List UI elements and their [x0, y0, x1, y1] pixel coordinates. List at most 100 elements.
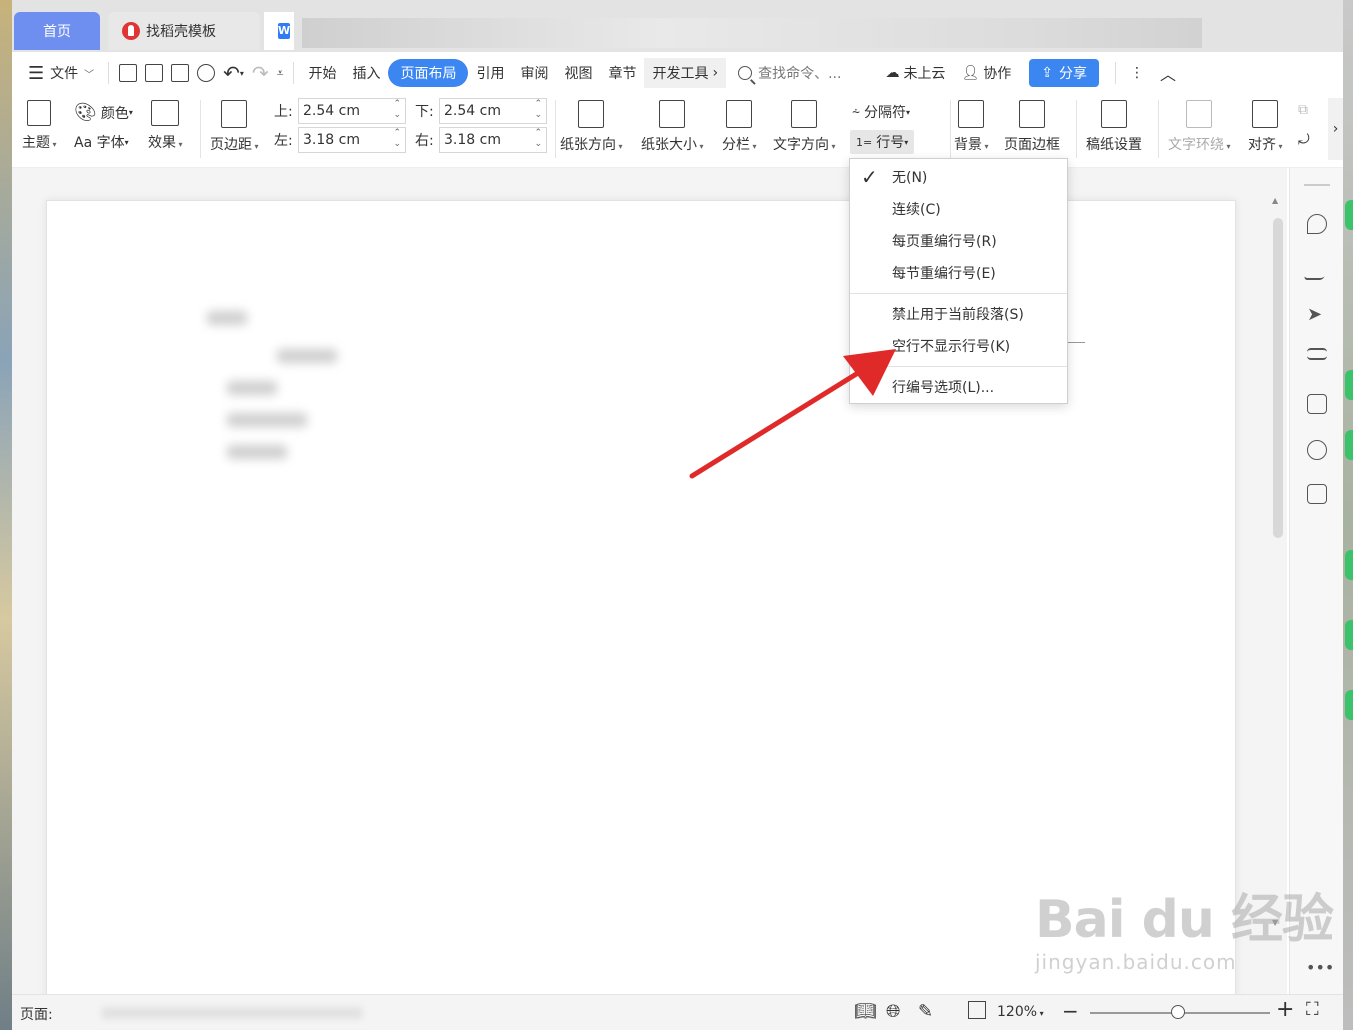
- margins-button[interactable]: 页边距: [210, 100, 259, 154]
- edit-mode-icon[interactable]: ✎: [918, 1001, 933, 1022]
- effect-button[interactable]: 效果: [148, 100, 183, 152]
- bottom-margin-field[interactable]: 2.54 cm: [439, 98, 547, 124]
- menu-item-continuous[interactable]: 连续(C): [850, 195, 1067, 223]
- menu-item-none[interactable]: ✓ 无(N): [850, 163, 1067, 191]
- settings-sliders-icon[interactable]: [1307, 348, 1327, 360]
- pen-icon[interactable]: [1303, 260, 1331, 280]
- chevron-right-icon: ›: [1332, 121, 1339, 137]
- cursor-icon[interactable]: ➤: [1307, 304, 1327, 325]
- tab-home[interactable]: 首页: [14, 12, 100, 50]
- tab-insert[interactable]: 插入: [344, 58, 388, 88]
- text-wrap-label: 文字环绕: [1168, 134, 1231, 154]
- tab-page-layout[interactable]: 页面布局: [388, 59, 469, 87]
- menu-item-hide-blank-lines[interactable]: 空行不显示行号(K): [850, 332, 1067, 360]
- print-preview-icon: [197, 64, 216, 82]
- menu-item-restart-each-section[interactable]: 每节重编行号(E): [850, 259, 1067, 287]
- blurred-title-area: [302, 18, 1202, 48]
- collaborate-button[interactable]: 👤︎ 协作: [953, 58, 1019, 88]
- breaks-button[interactable]: ⸞ 分隔符 ▾: [852, 102, 910, 122]
- image-search-icon[interactable]: [1307, 394, 1327, 414]
- document-canvas: ▲ ▼: [12, 168, 1287, 1010]
- file-menu[interactable]: ☰ 文件 ﹀: [20, 58, 102, 88]
- zoom-level[interactable]: 120% ▾: [997, 1004, 1044, 1020]
- line-numbers-button[interactable]: 1= 行号 ▾: [850, 130, 915, 154]
- fit-page-icon[interactable]: [968, 1001, 986, 1019]
- checkmark-icon: ✓: [861, 165, 878, 189]
- menu-item-suppress-paragraph[interactable]: 禁止用于当前段落(S): [850, 300, 1067, 328]
- zoom-out-icon[interactable]: −: [1062, 999, 1079, 1023]
- orientation-button[interactable]: 纸张方向: [560, 100, 623, 154]
- print-button[interactable]: [167, 58, 193, 88]
- more-options-button[interactable]: ⋮: [1122, 58, 1152, 88]
- margins-icon: [221, 100, 248, 128]
- top-margin-label: 上:: [274, 104, 293, 120]
- blurred-text: [227, 445, 287, 459]
- title-bar: 首页 找稻壳模板 W: [12, 0, 1343, 52]
- book-icon[interactable]: [1307, 484, 1327, 504]
- right-margin-spinner[interactable]: 右: 3.18 cm: [415, 127, 547, 153]
- page-border-icon: [1019, 100, 1045, 128]
- export-button[interactable]: [141, 58, 167, 88]
- top-margin-spinner[interactable]: 上: 2.54 cm: [274, 98, 406, 124]
- tab-references[interactable]: 引用: [468, 58, 512, 88]
- ribbon-page-layout: 主题 🎨︎颜色▾ Aa 字体▾ 效果 页边距 上: 2.54 cm 左:3.18 …: [12, 94, 1343, 168]
- text-wrap-button[interactable]: 文字环绕: [1168, 100, 1231, 154]
- chevron-down-icon: ﹀: [84, 69, 95, 81]
- lightning-icon[interactable]: [1307, 440, 1327, 460]
- collapse-ribbon-button[interactable]: ︿: [1152, 58, 1184, 88]
- group-button[interactable]: ⧉: [1298, 102, 1308, 118]
- page-indicator[interactable]: 页面:: [20, 1004, 53, 1024]
- quick-access-more-button[interactable]: ⩡: [273, 58, 288, 88]
- cloud-icon: ☁: [885, 65, 900, 81]
- command-search[interactable]: 查找命令、...: [738, 63, 841, 83]
- text-direction-button[interactable]: 文字方向: [773, 100, 836, 154]
- columns-button[interactable]: 分栏: [722, 100, 757, 154]
- share-button[interactable]: ⇪ 分享: [1029, 59, 1099, 87]
- text-direction-label: 文字方向: [773, 134, 836, 154]
- undo-button[interactable]: ↶ ▾: [219, 58, 248, 88]
- tab-review[interactable]: 审阅: [512, 58, 556, 88]
- redo-button[interactable]: ↷: [248, 58, 273, 88]
- vertical-scrollbar[interactable]: ▲ ▼: [1270, 180, 1284, 980]
- left-margin-field[interactable]: 3.18 cm: [298, 127, 406, 153]
- orientation-label: 纸张方向: [560, 134, 623, 154]
- tab-document[interactable]: W: [264, 12, 294, 50]
- top-margin-field[interactable]: 2.54 cm: [298, 98, 406, 124]
- manuscript-icon: [1101, 100, 1127, 128]
- save-button[interactable]: [115, 58, 141, 88]
- left-margin-spinner[interactable]: 左: 3.18 cm: [274, 127, 406, 153]
- color-button[interactable]: 🎨︎ 颜色 ▾: [74, 102, 133, 123]
- menu-item-label: 每页重编行号(R): [892, 234, 997, 250]
- manuscript-settings-button[interactable]: 稿纸设置: [1086, 100, 1142, 154]
- align-button[interactable]: 对齐: [1248, 100, 1283, 154]
- cloud-status-button[interactable]: ☁ 未上云: [877, 58, 953, 88]
- rotate-button[interactable]: ⤾: [1298, 132, 1310, 148]
- divider: [293, 62, 295, 84]
- theme-button[interactable]: 主题: [22, 100, 57, 152]
- tab-template[interactable]: 找稻壳模板: [108, 12, 260, 50]
- tab-start[interactable]: 开始: [300, 58, 344, 88]
- bottom-margin-spinner[interactable]: 下: 2.54 cm: [415, 98, 547, 124]
- fullscreen-icon[interactable]: ⛶: [1306, 999, 1319, 1020]
- ribbon-scroll-right[interactable]: ›: [1328, 98, 1343, 160]
- menu-item-restart-each-page[interactable]: 每页重编行号(R): [850, 227, 1067, 255]
- tab-developer[interactable]: 开发工具 ›: [644, 58, 727, 88]
- divider: [1114, 62, 1116, 84]
- font-button[interactable]: Aa 字体 ▾: [74, 132, 129, 152]
- redo-icon: ↷: [251, 61, 269, 85]
- tab-chapter[interactable]: 章节: [600, 58, 644, 88]
- page-border-button[interactable]: 页面边框: [1004, 100, 1060, 154]
- web-view-icon[interactable]: 🌐︎: [886, 1001, 900, 1022]
- right-margin-field[interactable]: 3.18 cm: [439, 127, 547, 153]
- zoom-in-icon[interactable]: +: [1276, 997, 1294, 1022]
- background-button[interactable]: 背景: [954, 100, 989, 154]
- paper-size-button[interactable]: 纸张大小: [641, 100, 704, 154]
- menu-item-line-number-options[interactable]: 行编号选项(L)...: [850, 373, 1067, 401]
- tab-view[interactable]: 视图: [556, 58, 600, 88]
- scrollbar-thumb[interactable]: [1273, 218, 1283, 538]
- status-bar: 页面: 📖︎ 🌐︎ ✎ 120% ▾ − + ⛶: [12, 994, 1343, 1030]
- zoom-slider-handle[interactable]: [1171, 1005, 1185, 1019]
- read-mode-icon[interactable]: 📖︎: [854, 1001, 877, 1022]
- print-preview-button[interactable]: [193, 58, 219, 88]
- rocket-icon[interactable]: [1307, 214, 1327, 234]
